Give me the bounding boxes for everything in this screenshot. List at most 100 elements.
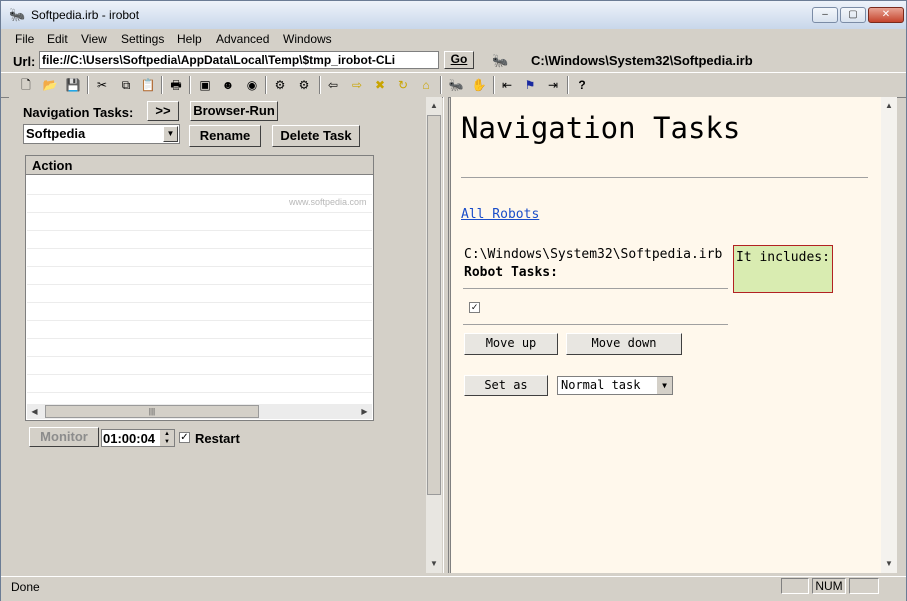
toolbar-separator xyxy=(189,76,191,94)
move-up-button[interactable]: Move up xyxy=(464,333,558,355)
toolbar: 🗋 📂 💾 ✂ ⧉ 📋 🖶 ▣ ☻ ◉ ⚙ ⚙ ⇦ ⇨ ✖ ↻ ⌂ 🐜 ✋ ⇤ … xyxy=(1,72,906,98)
cut-icon[interactable]: ✂ xyxy=(93,76,111,94)
window-title: Softpedia.irb - irobot xyxy=(31,8,140,22)
scroll-right-icon[interactable]: ▶ xyxy=(357,404,372,419)
table-row xyxy=(27,248,372,249)
print-icon[interactable]: 🖶 xyxy=(167,76,185,94)
new-icon[interactable]: 🗋 xyxy=(17,76,35,94)
menu-settings[interactable]: Settings xyxy=(121,32,164,46)
time-spinner[interactable]: ▲ ▼ xyxy=(160,430,174,446)
page-title: Navigation Tasks xyxy=(461,111,741,145)
monitor-button[interactable]: Monitor xyxy=(29,427,99,447)
navigation-tasks-label: Navigation Tasks: xyxy=(23,105,134,120)
status-bar: Done NUM xyxy=(1,576,906,601)
menu-help[interactable]: Help xyxy=(177,32,202,46)
window-icon[interactable]: ▣ xyxy=(196,76,214,94)
restart-checkbox[interactable]: ✓ xyxy=(179,432,190,443)
toolbar-separator xyxy=(161,76,163,94)
copy-icon[interactable]: ⧉ xyxy=(117,76,135,94)
action-list[interactable]: Action ◀ ||| ▶ xyxy=(25,155,374,421)
action-column-label: Action xyxy=(32,158,73,173)
move-down-button[interactable]: Move down xyxy=(566,333,682,355)
task-select[interactable]: Softpedia ▼ xyxy=(23,124,180,144)
maximize-button[interactable]: ▢ xyxy=(840,7,866,23)
menu-edit[interactable]: Edit xyxy=(47,32,68,46)
home-icon[interactable]: ⌂ xyxy=(417,76,435,94)
refresh-icon[interactable]: ↻ xyxy=(394,76,412,94)
time-input[interactable]: 01:00:04 ▲ ▼ xyxy=(101,429,175,447)
scroll-down-icon[interactable]: ▼ xyxy=(426,557,442,571)
table-row xyxy=(27,338,372,339)
scroll-left-icon[interactable]: ◀ xyxy=(27,404,42,419)
task-select-value: Softpedia xyxy=(26,126,86,141)
url-label: Url: xyxy=(13,54,36,69)
forward-icon[interactable]: ⇨ xyxy=(348,76,366,94)
table-row xyxy=(27,194,372,195)
url-bar: Url: file://C:\Users\Softpedia\AppData\L… xyxy=(1,50,906,72)
run-all-icon[interactable]: ⚙ xyxy=(295,76,313,94)
robot-tasks-label: Robot Tasks: xyxy=(464,265,558,280)
status-text: Done xyxy=(11,580,40,594)
task-type-select[interactable]: Normal task ▼ xyxy=(557,376,673,395)
toolbar-separator xyxy=(440,76,442,94)
divider xyxy=(463,288,728,289)
expand-button[interactable]: >> xyxy=(147,101,179,121)
task-type-value: Normal task xyxy=(561,378,641,392)
num-lock-indicator: NUM xyxy=(812,578,846,594)
all-robots-link[interactable]: All Robots xyxy=(461,207,539,222)
menu-windows[interactable]: Windows xyxy=(283,32,332,46)
flag-icon[interactable]: ⚑ xyxy=(521,76,539,94)
left-vertical-scrollbar[interactable]: ▲ ▼ xyxy=(426,97,442,573)
robot-eye-icon[interactable]: ◉ xyxy=(243,76,261,94)
scroll-thumb[interactable]: ||| xyxy=(45,405,259,418)
back-icon[interactable]: ⇦ xyxy=(324,76,342,94)
right-vertical-scrollbar[interactable]: ▲ ▼ xyxy=(881,97,897,573)
save-icon[interactable]: 💾 xyxy=(64,76,82,94)
browser-run-button[interactable]: Browser-Run xyxy=(190,101,278,121)
menu-bar: File Edit View Settings Help Advanced Wi… xyxy=(1,29,906,49)
task-checkbox[interactable]: ✓ xyxy=(469,302,480,313)
minimize-button[interactable]: ‒ xyxy=(812,7,838,23)
run-icon[interactable]: ⚙ xyxy=(271,76,289,94)
hand-robot-icon[interactable]: ✋ xyxy=(470,76,488,94)
task-view-pane: Navigation Tasks All Robots C:\Windows\S… xyxy=(450,97,881,573)
scroll-thumb[interactable] xyxy=(427,115,441,495)
left-panel: Navigation Tasks: >> Browser-Run Softped… xyxy=(9,97,441,573)
horizontal-scrollbar[interactable]: ◀ ||| ▶ xyxy=(27,404,372,419)
delete-task-button[interactable]: Delete Task xyxy=(272,125,360,147)
export-icon[interactable]: ⇥ xyxy=(544,76,562,94)
scroll-up-icon[interactable]: ▲ xyxy=(881,99,897,113)
status-pane-empty xyxy=(781,578,809,594)
toolbar-separator xyxy=(319,76,321,94)
url-input[interactable]: file://C:\Users\Softpedia\AppData\Local\… xyxy=(39,51,439,69)
action-column-header[interactable]: Action xyxy=(26,156,373,175)
menu-advanced[interactable]: Advanced xyxy=(216,32,269,46)
set-as-button[interactable]: Set as xyxy=(464,375,548,396)
table-row xyxy=(27,302,372,303)
import-icon[interactable]: ⇤ xyxy=(498,76,516,94)
open-icon[interactable]: 📂 xyxy=(41,76,59,94)
close-button[interactable]: ✕ xyxy=(868,7,904,23)
pane-splitter[interactable] xyxy=(443,97,449,573)
paste-icon[interactable]: 📋 xyxy=(139,76,157,94)
scroll-down-icon[interactable]: ▼ xyxy=(881,557,897,571)
scroll-up-icon[interactable]: ▲ xyxy=(426,99,442,113)
app-window: 🐜 Softpedia.irb - irobot ‒ ▢ ✕ File Edit… xyxy=(0,0,907,601)
robot-view-icon[interactable]: ☻ xyxy=(219,76,237,94)
menu-view[interactable]: View xyxy=(81,32,107,46)
chevron-down-icon[interactable]: ▼ xyxy=(163,126,178,142)
title-bar: 🐜 Softpedia.irb - irobot ‒ ▢ ✕ xyxy=(1,1,906,30)
go-button[interactable]: Go xyxy=(444,51,474,69)
task-robot-icon[interactable]: 🐜 xyxy=(447,76,465,94)
table-row xyxy=(27,374,372,375)
stop-icon[interactable]: ✖ xyxy=(371,76,389,94)
divider xyxy=(463,324,728,325)
rename-button[interactable]: Rename xyxy=(189,125,261,147)
help-icon[interactable]: ? xyxy=(573,76,591,94)
menu-file[interactable]: File xyxy=(15,32,34,46)
chevron-down-icon[interactable]: ▼ xyxy=(657,377,672,394)
status-pane-empty xyxy=(849,578,879,594)
divider xyxy=(461,177,868,178)
includes-box: It includes: xyxy=(733,245,833,293)
table-row xyxy=(27,320,372,321)
